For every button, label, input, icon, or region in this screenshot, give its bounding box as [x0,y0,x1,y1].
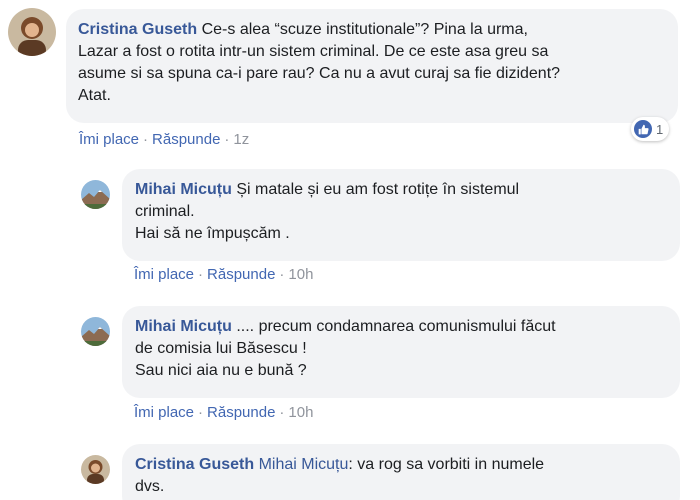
comment-text: de comisia lui Băsescu ! [135,340,307,357]
timestamp[interactable]: 10h [288,404,313,421]
avatar-cristina-guseth[interactable] [81,455,110,484]
reply-link[interactable]: Răspunde [152,131,220,148]
separator: · [198,404,204,421]
like-icon [634,120,652,138]
comment-text: : va rog sa vorbiti in numele [348,456,545,473]
comment-bubble: Cristina Guseth Mihai Micuțu: va rog sa … [122,444,680,500]
comment-text: .... precum condamnarea comunismului făc… [231,318,556,335]
comment-text: asume si sa spuna ca-i pare rau? Ca nu a… [78,65,561,82]
comment-bubble: Mihai Micuțu Și matale și eu am fost rot… [122,169,680,261]
separator: · [279,404,285,421]
avatar-mihai-micutu[interactable] [81,180,110,209]
comment-author[interactable]: Cristina Guseth [78,21,197,38]
comment-line: Mihai Micuțu .... precum condamnarea com… [135,316,666,338]
comment-text: Și matale și eu am fost rotițe în sistem… [231,181,520,198]
comment-text: Lazar a fost o rotita intr-un sistem cri… [78,43,549,60]
comment-text: Ce-s alea “scuze institutionale”? Pina l… [197,21,528,38]
comment-actions: Îmi place · Răspunde · 10h [134,266,313,283]
comment-author[interactable]: Cristina Guseth [135,456,254,473]
timestamp[interactable]: 10h [288,266,313,283]
like-link[interactable]: Îmi place [134,266,194,283]
reply-link[interactable]: Răspunde [207,266,275,283]
mention-link[interactable]: Mihai Micuțu [254,456,349,473]
comment-text: Hai să ne împușcăm . [135,225,290,242]
separator: · [143,131,149,148]
like-link[interactable]: Îmi place [134,404,194,421]
comment-text: Sau nici aia nu e bună ? [135,362,307,379]
timestamp[interactable]: 1z [233,131,249,148]
comment-author[interactable]: Mihai Micuțu [135,181,232,198]
separator: · [279,266,285,283]
comment-actions: Îmi place · Răspunde · 10h [134,404,313,421]
separator: · [224,131,230,148]
comment-text: criminal. [135,203,195,220]
comment-author[interactable]: Mihai Micuțu [135,318,232,335]
reaction-count: 1 [656,121,664,137]
reply-link[interactable]: Răspunde [207,404,275,421]
comment-line: Cristina Guseth Mihai Micuțu: va rog sa … [135,454,666,476]
comment-text: dvs. [135,478,165,495]
reaction-badge[interactable]: 1 [631,117,670,141]
comment-line: Cristina Guseth Ce-s alea “scuze institu… [78,19,664,41]
comment-bubble: Mihai Micuțu .... precum condamnarea com… [122,306,680,398]
comment-bubble: Cristina Guseth Ce-s alea “scuze institu… [66,9,678,123]
comment-text: Atat. [78,87,111,104]
avatar-mihai-micutu[interactable] [81,317,110,346]
like-link[interactable]: Îmi place [79,131,139,148]
comment-thread: Cristina Guseth Ce-s alea “scuze institu… [0,0,700,500]
comment-actions: Îmi place · Răspunde · 1z [79,131,249,148]
avatar-cristina-guseth[interactable] [8,8,56,56]
separator: · [198,266,204,283]
comment-line: Mihai Micuțu Și matale și eu am fost rot… [135,179,666,201]
